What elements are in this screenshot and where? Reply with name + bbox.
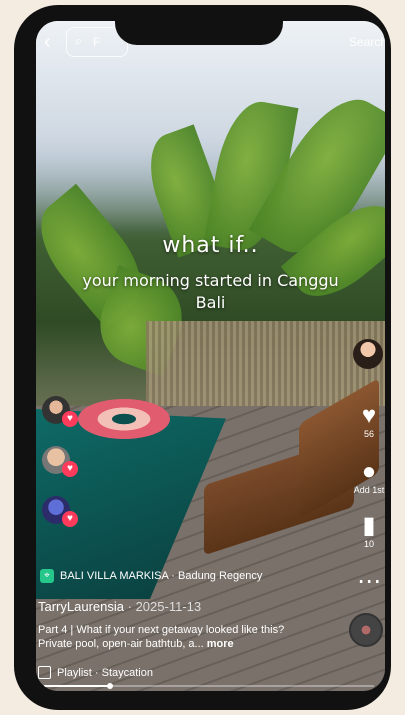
heart-icon: ♥ bbox=[361, 402, 377, 429]
comment-icon: ● bbox=[361, 458, 377, 485]
donut-float bbox=[78, 399, 170, 439]
friend-heart-icon: ♥ bbox=[62, 411, 78, 427]
video-screen[interactable]: what if.. your morning started in Canggu… bbox=[36, 21, 385, 691]
search-icon: ⌕ bbox=[75, 33, 83, 48]
bookmark-count: 10 bbox=[363, 539, 374, 549]
playlist-label: Playlist · Staycation bbox=[57, 666, 153, 679]
author-name[interactable]: TarryLaurensia bbox=[38, 599, 124, 614]
search-link[interactable]: Search bbox=[349, 35, 385, 49]
playlist-icon bbox=[38, 666, 51, 679]
like-count: 56 bbox=[363, 429, 374, 439]
caption-more-link[interactable]: more bbox=[207, 638, 234, 650]
location-name: BALI VILLA MARKISA · Badung Regency bbox=[60, 570, 263, 582]
comment-button[interactable]: ● Add 1st bbox=[353, 458, 385, 496]
post-date: · 2025-11-13 bbox=[127, 599, 202, 614]
creator-avatar[interactable] bbox=[353, 339, 383, 369]
notch bbox=[115, 5, 283, 45]
location-tag[interactable]: ⌖ BALI VILLA MARKISA · Badung Regency bbox=[40, 569, 262, 583]
friend-heart-icon: ♥ bbox=[62, 461, 78, 477]
progress-bar[interactable] bbox=[44, 683, 374, 689]
music-disc-icon[interactable] bbox=[349, 613, 383, 647]
comment-label: Add 1st bbox=[353, 485, 385, 495]
progress-handle[interactable] bbox=[107, 683, 113, 689]
friend-heart-icon: ♥ bbox=[62, 511, 78, 527]
progress-fill bbox=[44, 685, 110, 687]
back-arrow-icon[interactable]: ‹ bbox=[44, 31, 51, 54]
phone-frame: what if.. your morning started in Canggu… bbox=[14, 5, 391, 710]
bookmark-button[interactable]: ▮ 10 bbox=[353, 512, 385, 550]
like-button[interactable]: ♥ 56 bbox=[353, 402, 385, 440]
author-line: TarryLaurensia · 2025-11-13 bbox=[38, 599, 201, 614]
overlay-text-line3: Bali bbox=[195, 293, 226, 312]
caption-text: Part 4 | What if your next getaway looke… bbox=[38, 624, 285, 650]
more-button[interactable]: ⋯ bbox=[353, 569, 385, 595]
more-dots-icon: ⋯ bbox=[357, 568, 381, 595]
bookmark-icon: ▮ bbox=[362, 512, 376, 539]
overlay-text-line1: what if.. bbox=[162, 233, 259, 258]
playlist-tag[interactable]: Playlist · Staycation bbox=[38, 666, 153, 679]
location-pin-icon: ⌖ bbox=[40, 569, 54, 583]
caption: Part 4 | What if your next getaway looke… bbox=[38, 623, 313, 651]
search-placeholder: F bbox=[93, 35, 101, 49]
overlay-text-line2: your morning started in Canggu bbox=[82, 271, 339, 290]
